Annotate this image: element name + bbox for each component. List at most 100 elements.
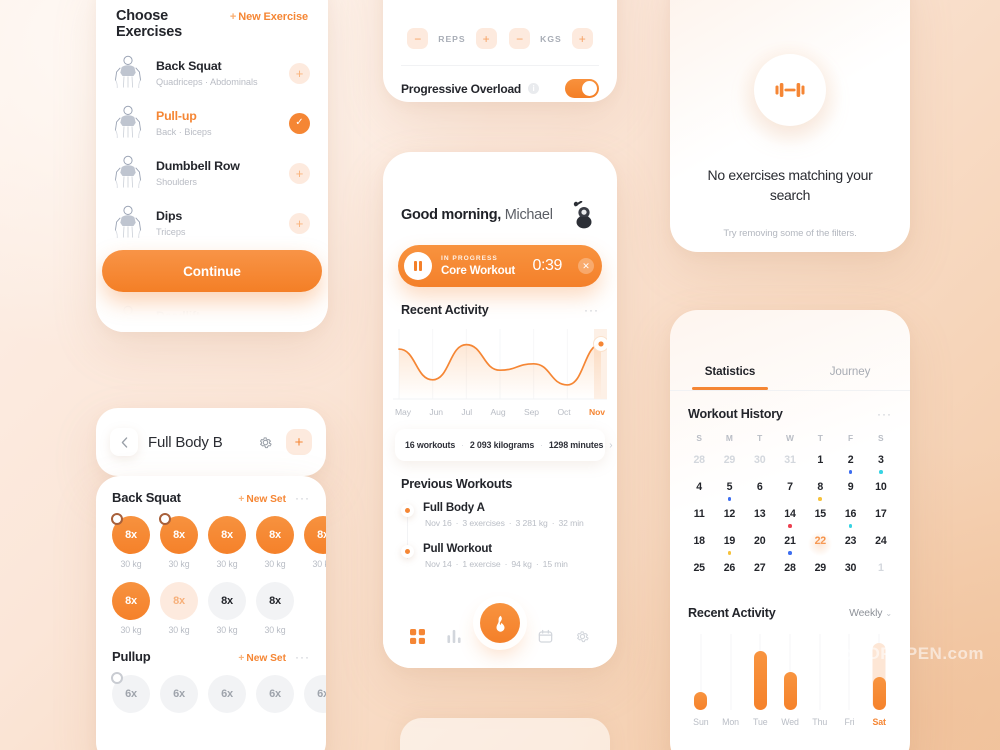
set-reps-chip[interactable]: 8x xyxy=(208,582,246,620)
set-chip[interactable]: 8x 30 kg xyxy=(208,582,246,635)
calendar-day-cell[interactable]: 28 xyxy=(684,453,714,480)
exercise-row[interactable]: Pull-up Back · Biceps ✓ xyxy=(96,98,328,148)
calendar-day-cell[interactable]: 29 xyxy=(805,561,835,588)
close-icon[interactable]: ✕ xyxy=(578,258,594,274)
calendar-day-cell[interactable]: 16 xyxy=(835,507,865,534)
bar[interactable] xyxy=(753,650,767,710)
calendar-day-cell[interactable]: 3 xyxy=(866,453,896,480)
avatar[interactable] xyxy=(569,200,599,230)
nav-calendar-icon[interactable] xyxy=(535,625,557,647)
set-chip[interactable]: 6x xyxy=(111,672,150,713)
workout-history-menu-button[interactable]: ··· xyxy=(877,408,892,420)
calendar-day-cell[interactable]: 8 xyxy=(805,480,835,507)
calendar-day-cell[interactable]: 30 xyxy=(835,561,865,588)
calendar-day-cell[interactable]: 4 xyxy=(684,480,714,507)
calendar-day-cell[interactable]: 22 xyxy=(805,532,835,561)
set-chip[interactable]: 8x 30 kg xyxy=(256,582,294,635)
calendar-day-cell[interactable]: 29 xyxy=(714,453,744,480)
set-chip[interactable]: 6x xyxy=(160,675,198,713)
set-reps-chip[interactable]: 6x xyxy=(304,675,326,713)
calendar-day-cell[interactable]: 5 xyxy=(714,480,744,507)
exercise-selected-check-icon[interactable]: ✓ xyxy=(289,112,310,134)
settings-button[interactable] xyxy=(254,431,276,453)
set-reps-chip[interactable]: 8x xyxy=(208,516,246,554)
add-exercise-button[interactable]: + xyxy=(286,429,312,455)
set-chip[interactable]: 8x 30 kg xyxy=(256,516,294,569)
calendar-day-cell[interactable]: 18 xyxy=(684,534,714,561)
set-reps-chip[interactable]: 6x xyxy=(256,675,294,713)
set-chip[interactable]: 6x xyxy=(304,675,326,713)
set-reps-chip[interactable]: 6x xyxy=(160,675,198,713)
calendar-day-cell[interactable]: 6 xyxy=(745,480,775,507)
set-chip[interactable]: 8x 30 kg xyxy=(160,582,198,635)
set-chip[interactable]: 8x 30 kg xyxy=(112,582,150,635)
continue-button[interactable]: Continue xyxy=(102,250,322,292)
calendar-day-cell[interactable]: 19 xyxy=(714,534,744,561)
calendar-day-cell[interactable]: 7 xyxy=(775,480,805,507)
set-chip[interactable]: 8x 30 kg xyxy=(208,516,246,569)
exercise-row[interactable]: Deadlift Back · Biceps + xyxy=(96,298,328,332)
set-menu-button[interactable]: ··· xyxy=(295,651,310,663)
calendar-day-cell[interactable]: 11 xyxy=(684,507,714,534)
calendar-day-cell[interactable]: 30 xyxy=(745,453,775,480)
bar[interactable] xyxy=(694,691,708,710)
tab-journey[interactable]: Journey xyxy=(790,365,910,390)
set-chip[interactable]: 8x 30 kg xyxy=(111,513,150,569)
calendar-day-cell[interactable]: 26 xyxy=(714,561,744,588)
set-reps-chip[interactable]: 8x xyxy=(160,582,198,620)
calendar-day-cell[interactable]: 10 xyxy=(866,480,896,507)
previous-workout-item[interactable]: Full Body A Nov 16 · 3 exercises · 3 281 kg ·… xyxy=(401,501,599,528)
exercise-row[interactable]: Dumbbell Row Shoulders + xyxy=(96,148,328,198)
calendar-day-cell[interactable]: 20 xyxy=(745,534,775,561)
active-workout-timer[interactable]: IN PROGRESS Core Workout 0:39 ✕ xyxy=(398,245,602,287)
nav-bar-chart-icon[interactable] xyxy=(443,625,465,647)
period-selector[interactable]: Weekly ⌄ xyxy=(849,608,892,619)
activity-summary-strip[interactable]: 16 workouts · 2 093 kilograms · 1298 min… xyxy=(395,429,613,461)
set-reps-chip[interactable]: 6x xyxy=(208,675,246,713)
exercise-row[interactable]: Dips Triceps + xyxy=(96,198,328,248)
calendar-day-cell[interactable]: 25 xyxy=(684,561,714,588)
new-exercise-button[interactable]: + New Exercise xyxy=(230,11,308,23)
back-button[interactable] xyxy=(110,428,138,456)
calendar-day-cell[interactable]: 2 xyxy=(835,453,865,480)
set-reps-chip[interactable]: 8x xyxy=(256,582,294,620)
tab-statistics[interactable]: Statistics xyxy=(670,365,790,390)
set-reps-chip[interactable]: 8x xyxy=(304,516,326,554)
exercise-add-button[interactable]: + xyxy=(289,312,310,332)
new-set-button[interactable]: + New Set xyxy=(238,494,286,505)
bar[interactable] xyxy=(783,672,797,710)
calendar-day-cell[interactable]: 17 xyxy=(866,507,896,534)
set-reps-chip[interactable]: 8x xyxy=(159,513,198,554)
calendar-day-cell[interactable]: 9 xyxy=(835,480,865,507)
nav-grid-icon[interactable] xyxy=(406,625,428,647)
set-chip[interactable]: 8x 30 kg xyxy=(304,516,326,569)
start-workout-fab[interactable] xyxy=(480,603,520,643)
reps-increment-button[interactable]: + xyxy=(475,28,497,49)
calendar-day-cell[interactable]: 21 xyxy=(775,534,805,561)
reps-decrement-button[interactable]: − xyxy=(407,28,429,49)
nav-gear-icon[interactable] xyxy=(572,625,594,647)
calendar-day-cell[interactable]: 1 xyxy=(866,561,896,588)
calendar-day-cell[interactable]: 27 xyxy=(745,561,775,588)
previous-workout-item[interactable]: Pull Workout Nov 14 · 1 exercise · 94 kg · 15 … xyxy=(401,542,599,569)
calendar-day-cell[interactable]: 23 xyxy=(835,534,865,561)
exercise-row[interactable]: Back Squat Quadriceps · Abdominals + xyxy=(96,48,328,98)
set-menu-button[interactable]: ··· xyxy=(295,492,310,504)
kgs-increment-button[interactable]: + xyxy=(571,28,593,49)
calendar-day-cell[interactable]: 15 xyxy=(805,507,835,534)
recent-activity-menu-button[interactable]: ··· xyxy=(584,304,599,316)
set-chip[interactable]: 8x 30 kg xyxy=(159,513,198,569)
set-chip[interactable]: 6x xyxy=(256,675,294,713)
calendar-day-cell[interactable]: 28 xyxy=(775,561,805,588)
info-icon[interactable]: i xyxy=(528,83,540,94)
calendar-day-cell[interactable]: 14 xyxy=(775,507,805,534)
set-reps-chip[interactable]: 6x xyxy=(111,672,150,713)
kgs-decrement-button[interactable]: − xyxy=(509,28,531,49)
pause-button[interactable] xyxy=(404,252,432,280)
calendar-day-cell[interactable]: 12 xyxy=(714,507,744,534)
exercise-add-button[interactable]: + xyxy=(289,212,310,234)
calendar-day-cell[interactable]: 24 xyxy=(866,534,896,561)
set-chip[interactable]: 6x xyxy=(208,675,246,713)
set-reps-chip[interactable]: 8x xyxy=(256,516,294,554)
set-reps-chip[interactable]: 8x xyxy=(112,582,150,620)
